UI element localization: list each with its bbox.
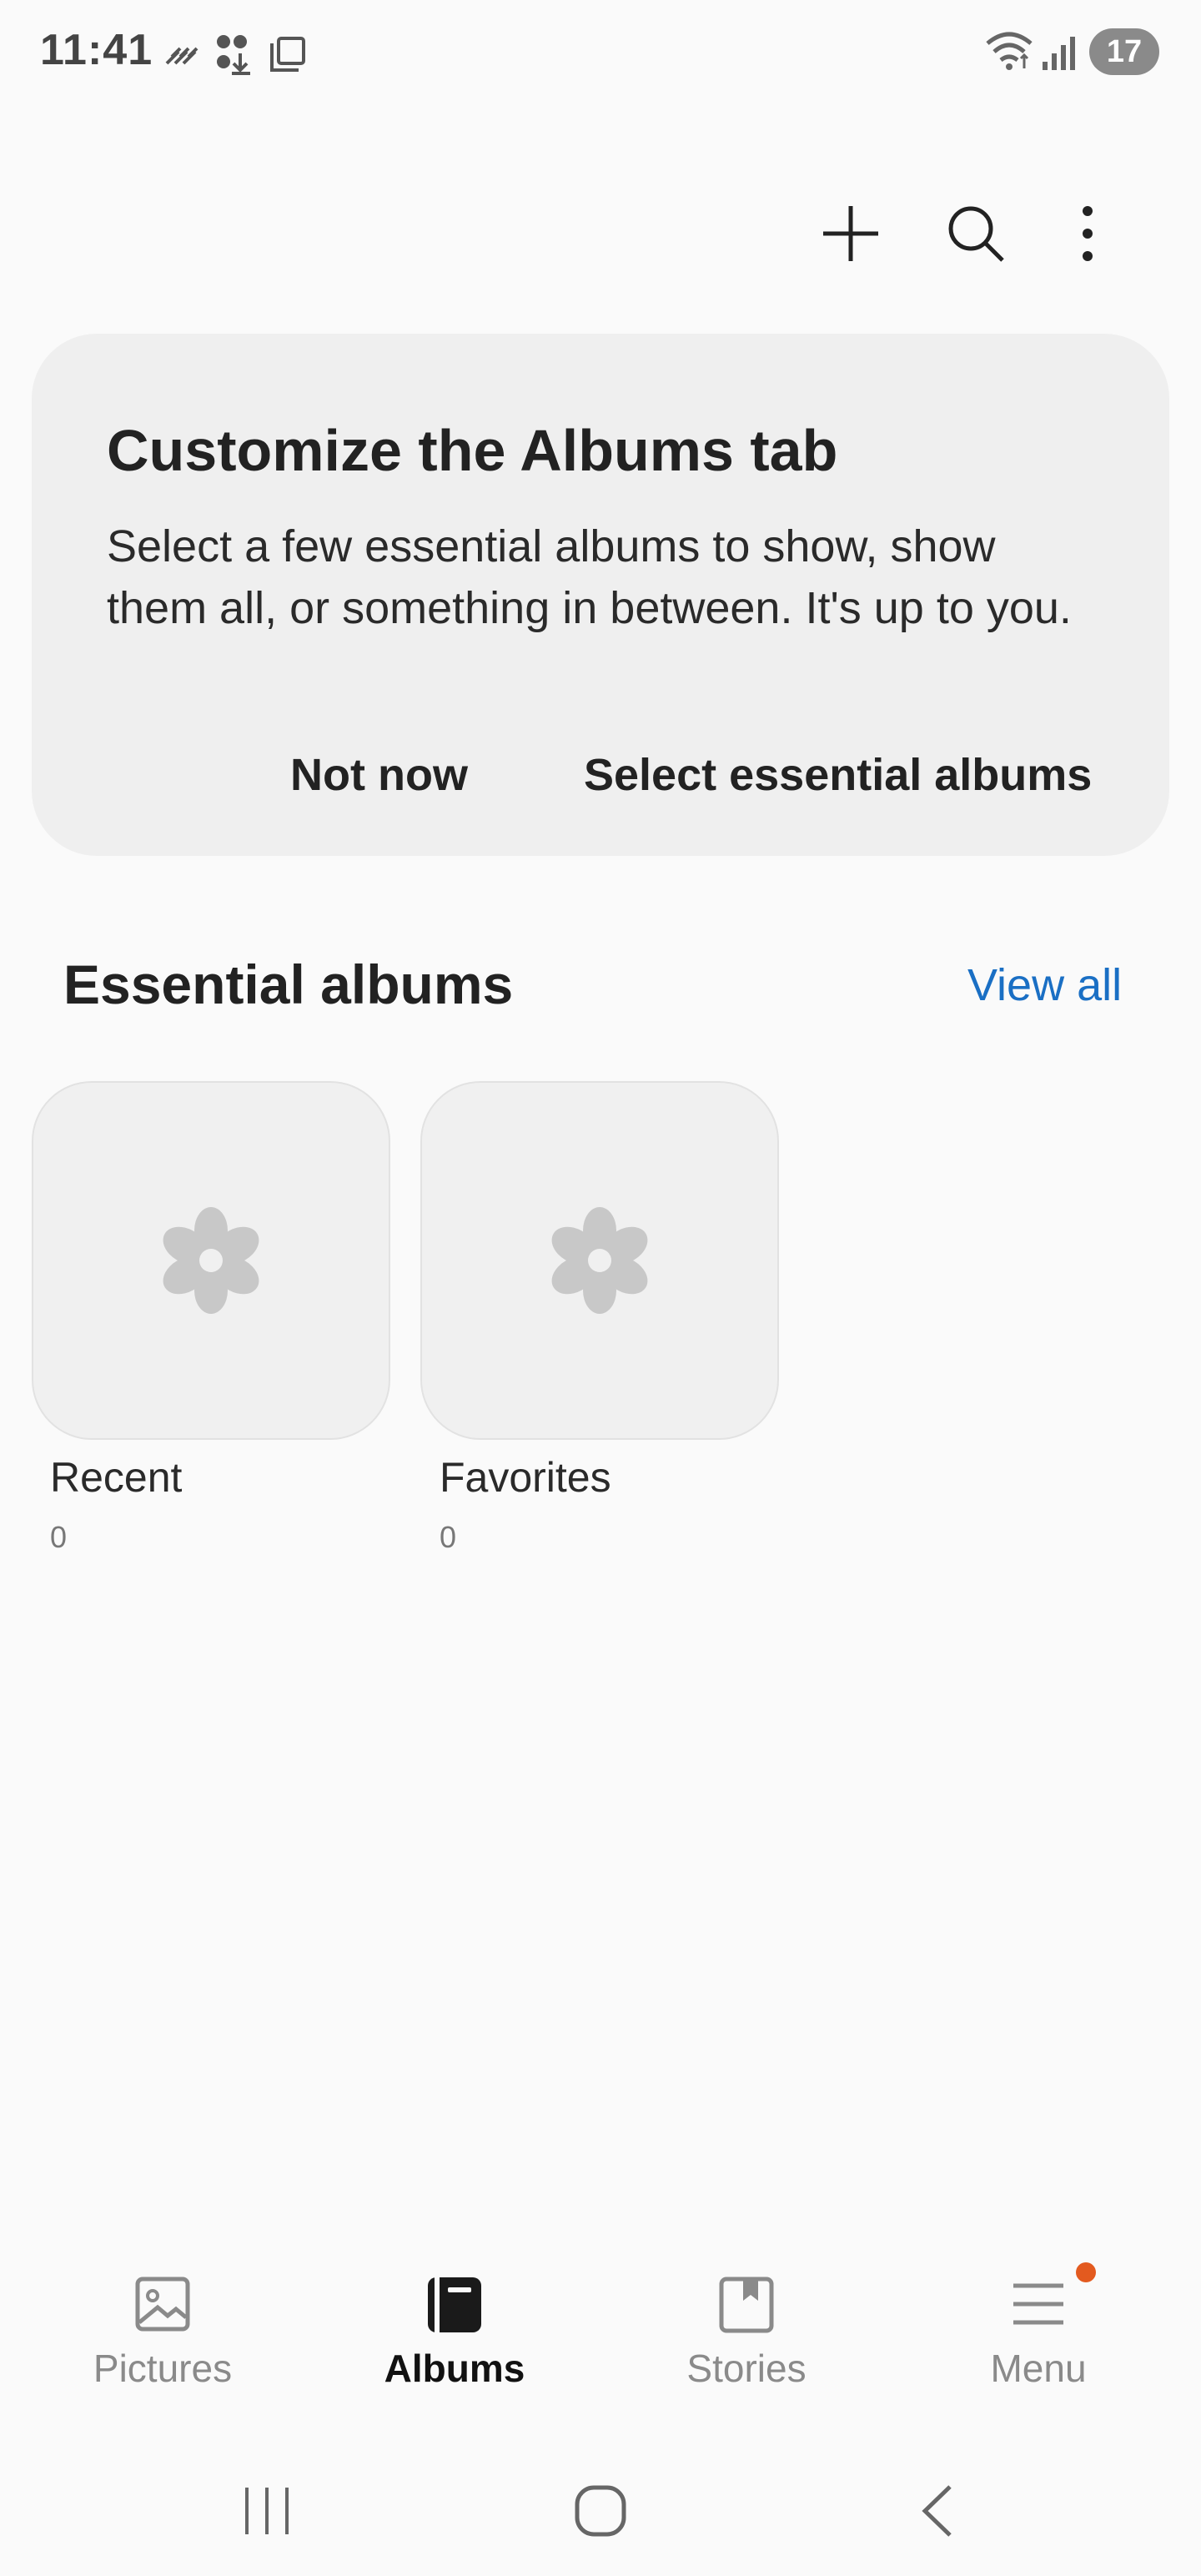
menu-icon <box>1013 2283 1063 2325</box>
recents-icon <box>245 2488 289 2534</box>
nav-item-pictures[interactable]: Pictures <box>46 2252 279 2419</box>
nav-label-stories: Stories <box>686 2347 807 2390</box>
customize-albums-card: Customize the Albums tab Select a few es… <box>32 334 1169 856</box>
not-now-button[interactable]: Not now <box>290 749 468 801</box>
nav-label-albums: Albums <box>384 2347 525 2390</box>
menu-notification-badge <box>1076 2262 1096 2282</box>
more-options-icon <box>1083 206 1093 261</box>
album-recent-count: 0 <box>50 1520 68 1554</box>
stories-icon <box>719 2277 774 2333</box>
album-favorites-thumbnail[interactable] <box>420 1081 779 1440</box>
nav-item-albums[interactable]: Albums <box>338 2252 571 2419</box>
nav-label-menu: Menu <box>990 2347 1087 2390</box>
gallery-albums-screen: 11:41 17 Customize the Albums tab Select… <box>0 0 1201 2576</box>
album-recent-name: Recent <box>50 1454 183 1501</box>
wifi-icon <box>984 30 1034 76</box>
home-icon <box>575 2485 626 2537</box>
status-bar: 11:41 17 <box>0 0 1201 108</box>
select-essential-albums-button[interactable]: Select essential albums <box>584 749 1092 801</box>
home-button[interactable] <box>559 2469 642 2553</box>
pictures-icon <box>135 2277 190 2332</box>
download-icon <box>215 33 255 79</box>
battery-indicator: 17 <box>1089 28 1159 75</box>
bottom-navigation: Pictures Albums Stories Menu <box>0 2252 1201 2419</box>
card-title: Customize the Albums tab <box>107 418 838 483</box>
vpn-icon <box>163 38 202 71</box>
essential-albums-title: Essential albums <box>63 953 514 1015</box>
flower-placeholder-icon <box>551 1207 648 1314</box>
system-navigation-bar <box>0 2453 1201 2576</box>
nav-item-stories[interactable]: Stories <box>630 2252 863 2419</box>
add-icon <box>823 206 878 261</box>
signal-icon <box>1041 33 1078 76</box>
nav-item-menu[interactable]: Menu <box>922 2252 1155 2419</box>
flower-placeholder-icon <box>163 1207 259 1314</box>
view-all-link[interactable]: View all <box>967 959 1122 1011</box>
album-favorites-count: 0 <box>440 1520 457 1554</box>
recents-button[interactable] <box>225 2469 309 2553</box>
album-recent-thumbnail[interactable] <box>32 1081 390 1440</box>
back-icon <box>922 2485 952 2537</box>
add-button[interactable] <box>809 192 892 275</box>
search-button[interactable] <box>934 192 1018 275</box>
albums-icon <box>428 2277 481 2332</box>
search-icon <box>948 206 1004 262</box>
nav-label-pictures: Pictures <box>93 2347 233 2390</box>
status-time: 11:41 <box>40 26 153 74</box>
back-button[interactable] <box>896 2469 979 2553</box>
more-options-button[interactable] <box>1046 192 1129 275</box>
album-favorites-name: Favorites <box>440 1454 611 1501</box>
screenshot-icon <box>269 35 307 78</box>
card-description: Select a few essential albums to show, s… <box>107 521 1072 633</box>
